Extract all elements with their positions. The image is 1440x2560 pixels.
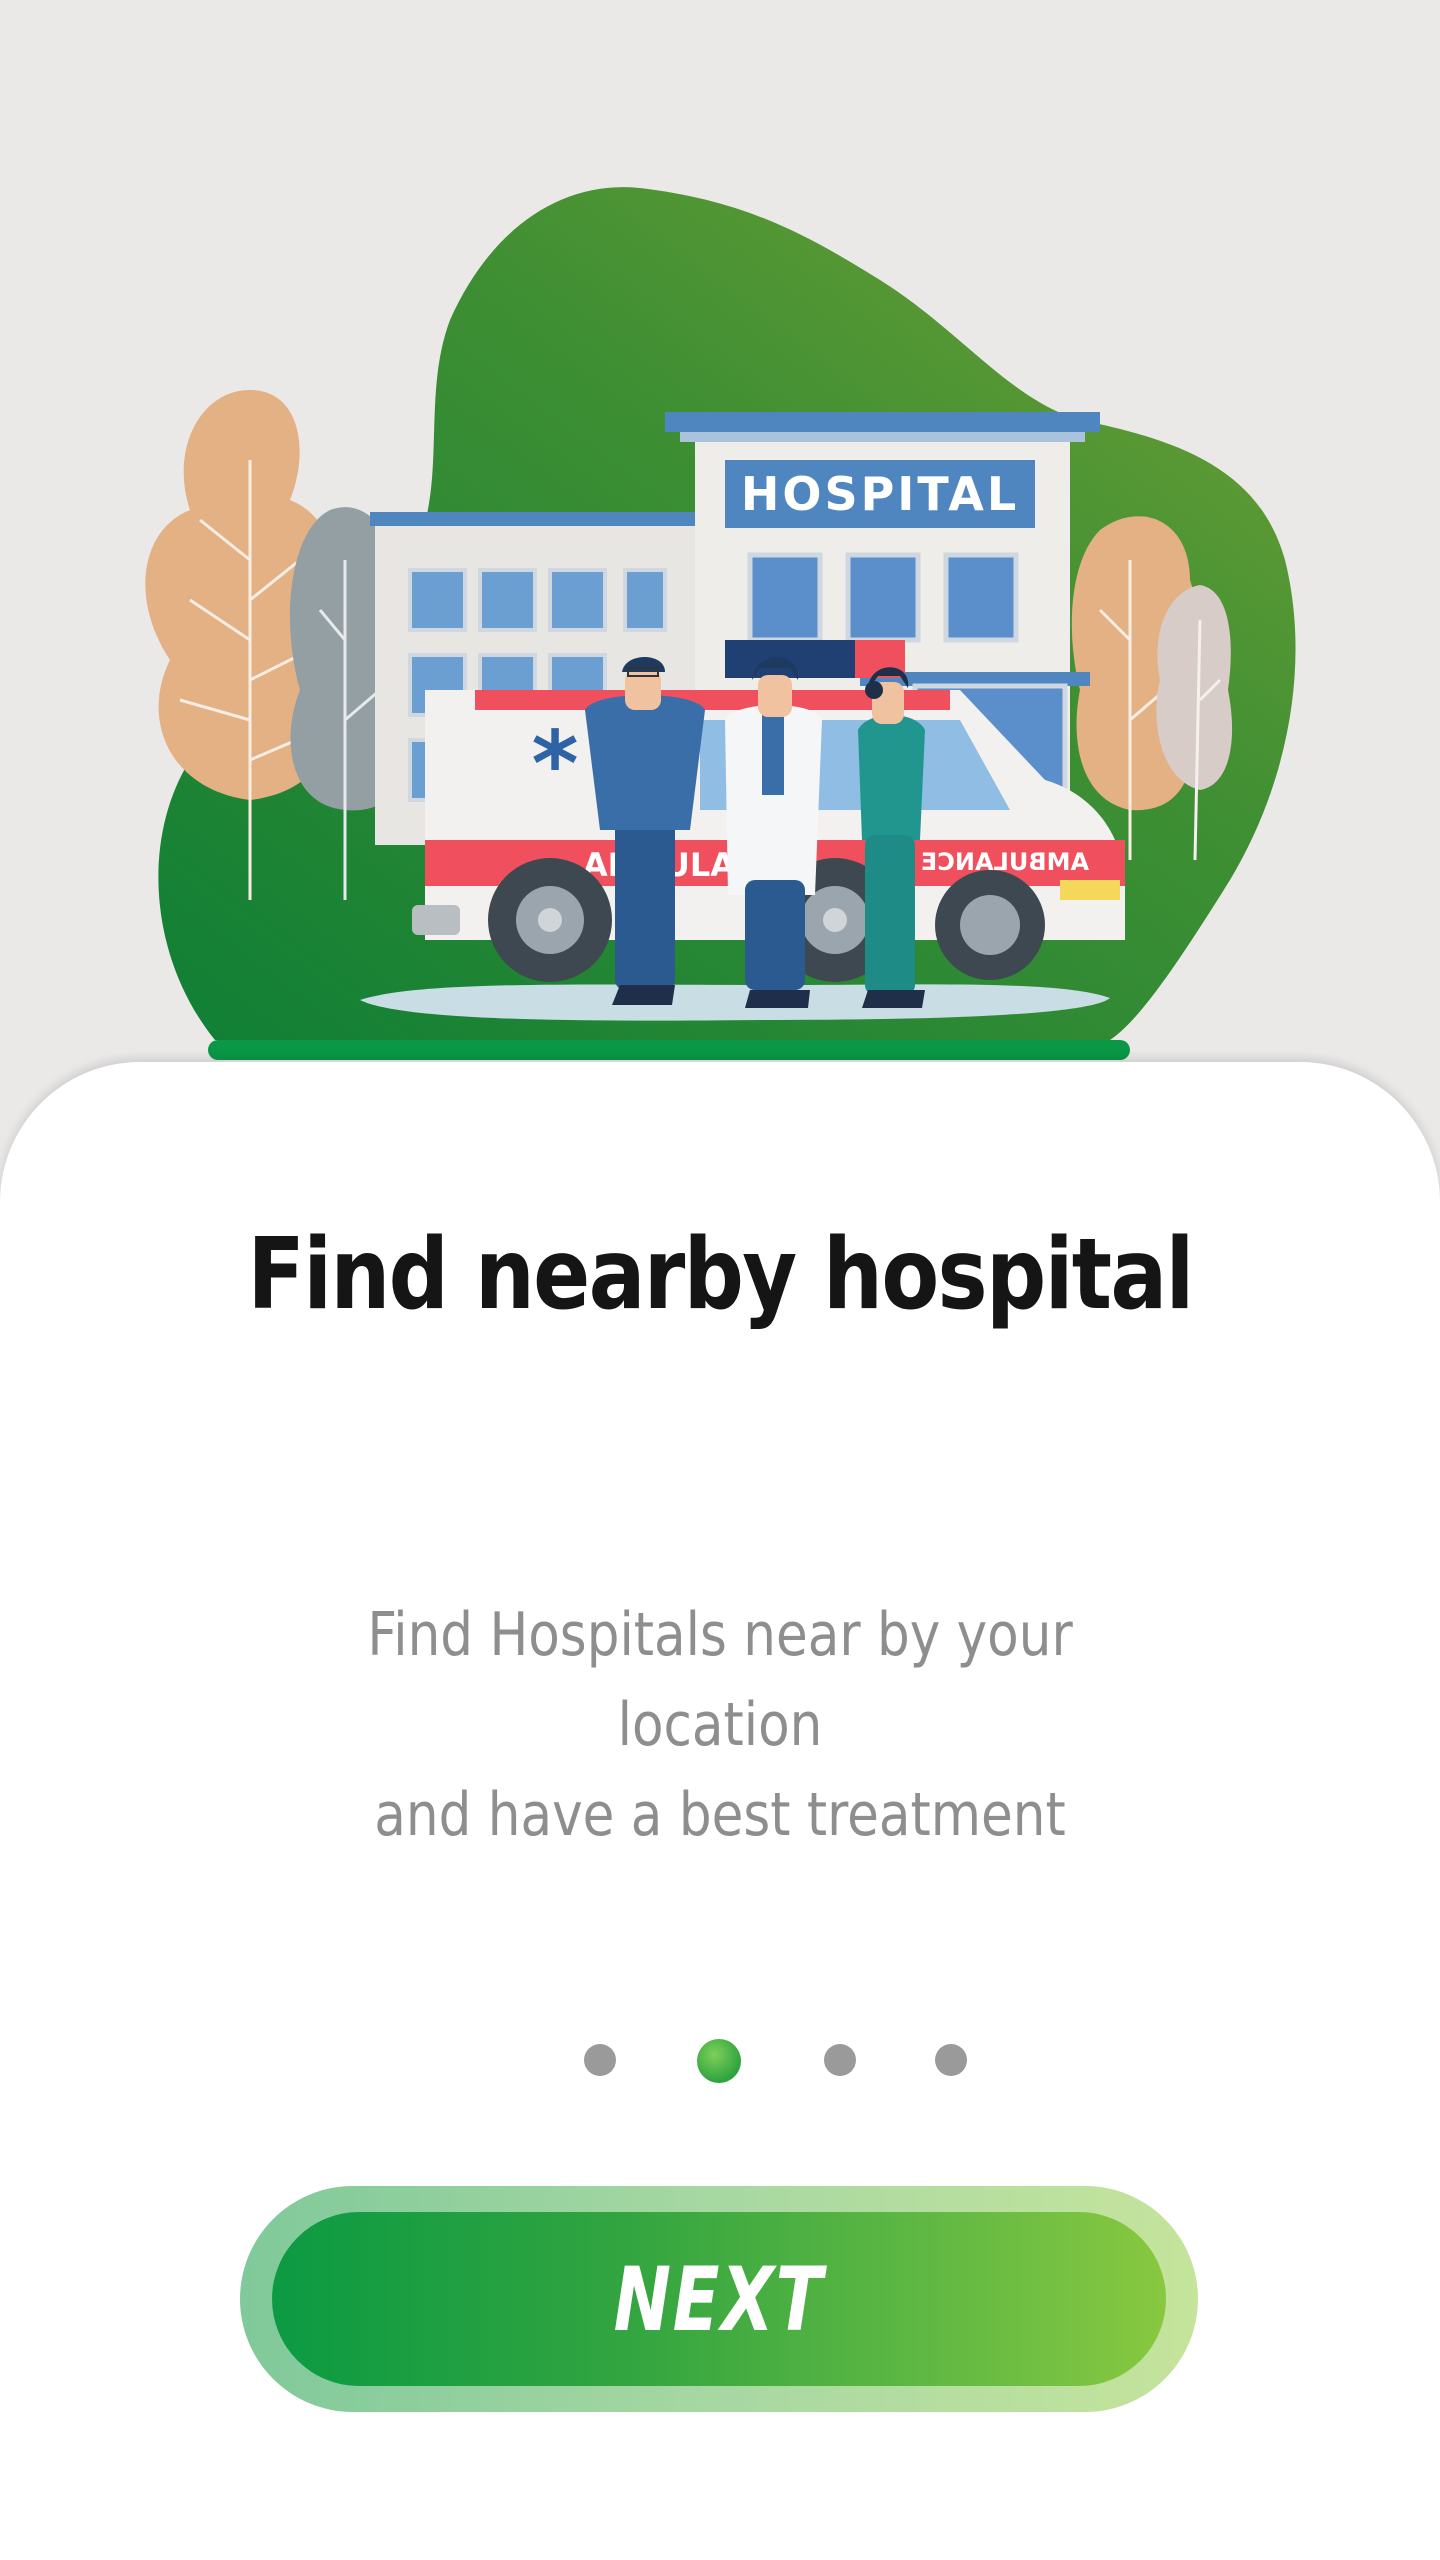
svg-text:*: * <box>531 712 578 817</box>
page-dot-1[interactable] <box>584 2044 616 2076</box>
page-dot-2-active[interactable] <box>697 2039 741 2083</box>
hospital-sign-text: HOSPITAL <box>741 467 1019 521</box>
page-dot-4[interactable] <box>935 2044 967 2076</box>
ground-line <box>208 1040 1130 1060</box>
ambulance-mirror-text: AMBULANCE <box>921 848 1089 876</box>
description-line: and have a best treatment <box>374 1780 1066 1850</box>
gray-tree-right <box>1156 585 1233 790</box>
next-button[interactable]: NEXT <box>272 2212 1166 2386</box>
onboarding-description: Find Hospitals near by your location and… <box>290 1590 1150 1860</box>
next-button-halo: NEXT <box>240 2186 1198 2412</box>
next-button-label: NEXT <box>613 2247 825 2351</box>
onboarding-title: Find nearby hospital <box>247 1218 1194 1332</box>
page-dot-3[interactable] <box>824 2044 856 2076</box>
description-line: Find Hospitals near by your location <box>367 1600 1073 1760</box>
hospital-illustration: HOSPITAL AMBULANCE AMBULANCE * <box>145 187 1296 1060</box>
